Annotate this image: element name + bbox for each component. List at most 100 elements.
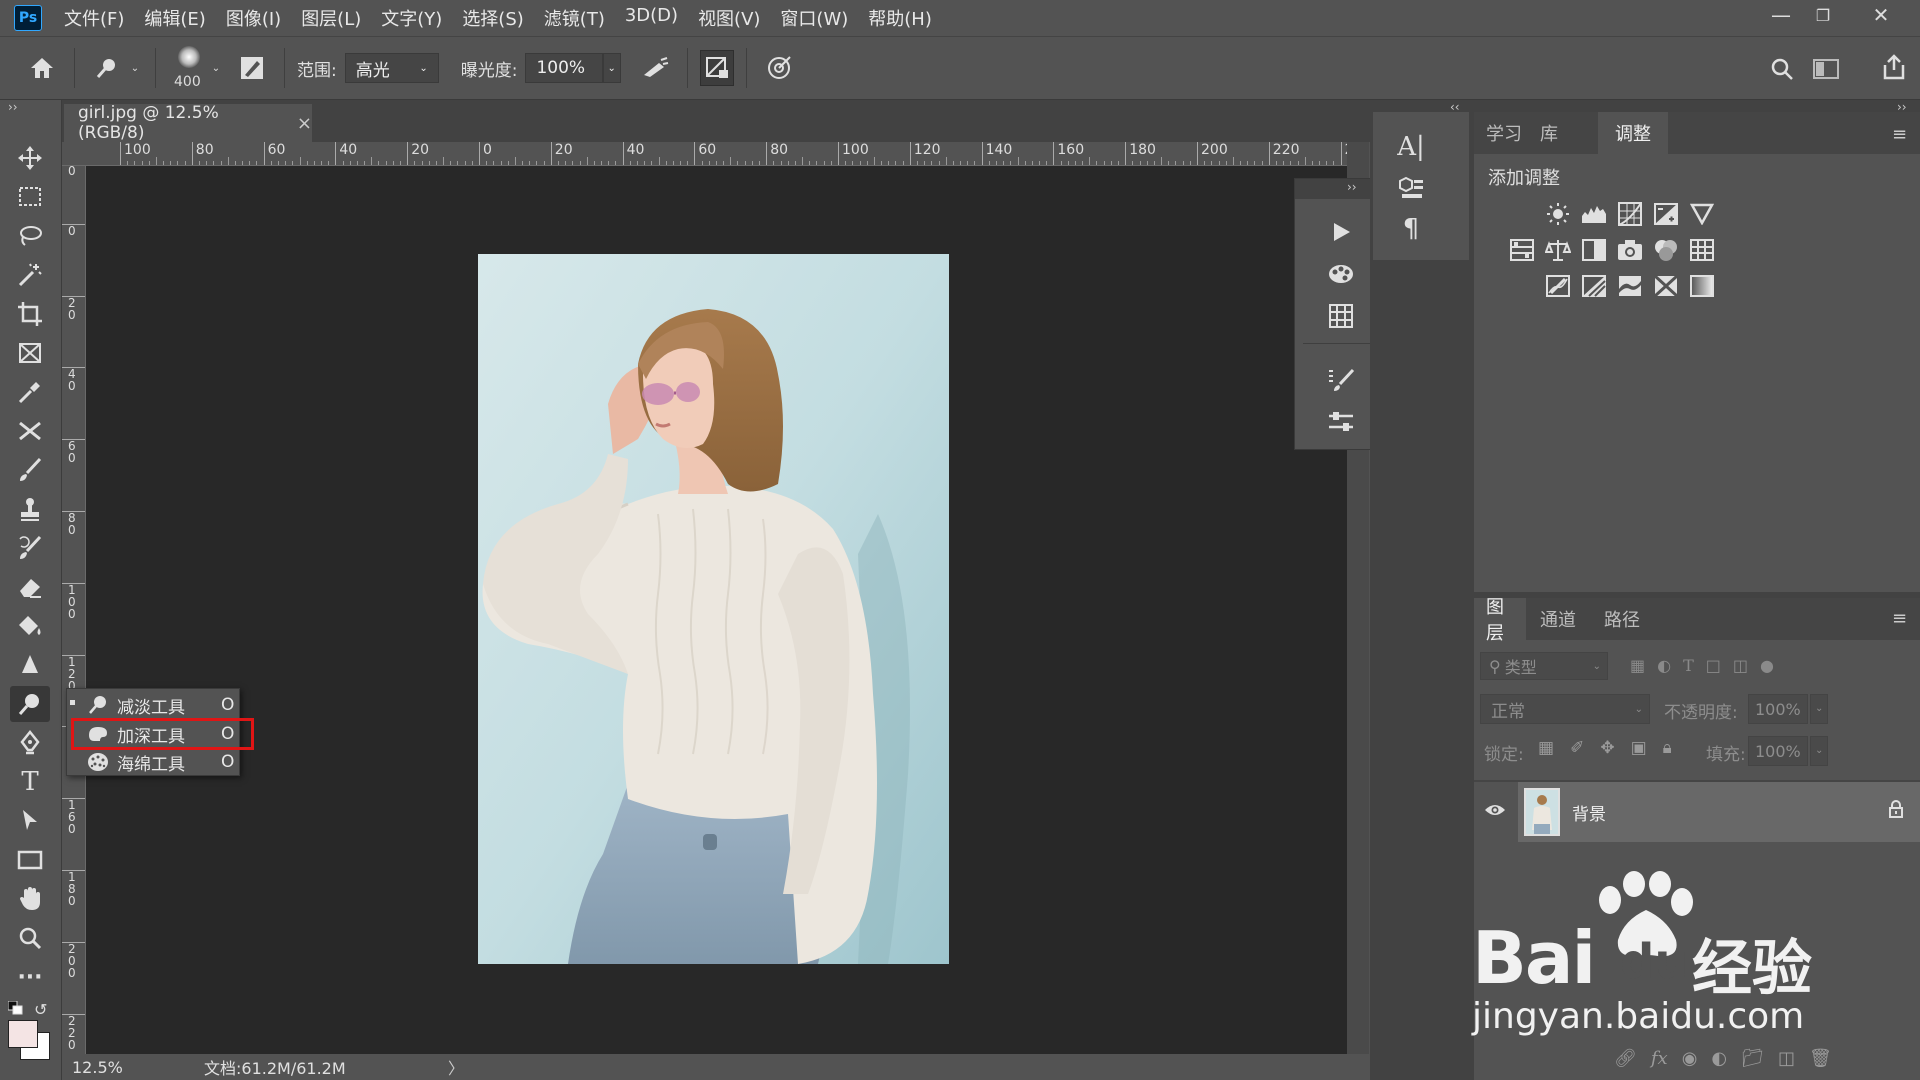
color-palette-icon[interactable] bbox=[1321, 257, 1361, 291]
delete-layer-icon[interactable]: 🗑︎ bbox=[1809, 1048, 1832, 1069]
lock-all-icon[interactable]: 🔒︎ bbox=[1663, 738, 1672, 758]
zoom-tool-icon[interactable] bbox=[10, 920, 50, 956]
eye-icon[interactable] bbox=[1484, 802, 1506, 822]
adjustment-filter-icon[interactable]: ◐ bbox=[1657, 656, 1671, 675]
chevron-down-icon[interactable]: ⌄ bbox=[127, 63, 143, 74]
expand-icon[interactable]: ›› bbox=[1347, 180, 1357, 194]
move-tool-icon[interactable] bbox=[10, 140, 50, 176]
flyout-item-sponge[interactable]: 海绵工具 O bbox=[67, 748, 239, 776]
tab-channels[interactable]: 通道 bbox=[1528, 598, 1588, 640]
menu-item[interactable]: 帮助(H) bbox=[868, 5, 932, 31]
search-icon[interactable] bbox=[1764, 51, 1800, 87]
tab-adjustments[interactable]: 调整 bbox=[1598, 112, 1668, 154]
marquee-tool-icon[interactable] bbox=[10, 179, 50, 215]
eyedropper-tool-icon[interactable] bbox=[10, 374, 50, 410]
brush-presets-icon[interactable] bbox=[1321, 363, 1361, 397]
path-selection-tool-icon[interactable] bbox=[10, 803, 50, 839]
lock-position-icon[interactable]: ✥ bbox=[1600, 738, 1614, 758]
link-layers-icon[interactable]: 🔗︎ bbox=[1614, 1048, 1637, 1069]
magic-wand-tool-icon[interactable] bbox=[10, 257, 50, 293]
paint-bucket-tool-icon[interactable] bbox=[10, 608, 50, 644]
chevron-down-icon[interactable]: ⌄ bbox=[208, 63, 224, 74]
pen-tool-icon[interactable] bbox=[10, 725, 50, 761]
layer-style-icon[interactable]: fx bbox=[1651, 1048, 1668, 1069]
tab-paths[interactable]: 路径 bbox=[1592, 598, 1652, 640]
add-mask-icon[interactable]: ◉ bbox=[1682, 1048, 1698, 1069]
tab-libraries[interactable]: 库 bbox=[1528, 112, 1570, 154]
posterize-icon[interactable] bbox=[1580, 272, 1608, 300]
blend-mode-select[interactable]: 正常 ⌄ bbox=[1480, 694, 1650, 724]
home-icon[interactable] bbox=[22, 48, 62, 88]
new-adjustment-layer-icon[interactable]: ◐ bbox=[1711, 1048, 1727, 1069]
new-group-icon[interactable]: 📁︎ bbox=[1741, 1048, 1764, 1069]
fill-dropdown[interactable]: ⌄ bbox=[1810, 736, 1828, 766]
brush-settings-icon[interactable] bbox=[232, 48, 272, 88]
share-icon[interactable] bbox=[1876, 49, 1912, 85]
layer-filter-kind[interactable]: ⚲ 类型 ⌄ bbox=[1480, 652, 1608, 680]
eraser-tool-icon[interactable] bbox=[10, 569, 50, 605]
close-tab-icon[interactable]: × bbox=[297, 113, 312, 134]
workspace-icon[interactable] bbox=[1808, 51, 1844, 87]
fill-input[interactable]: 100% bbox=[1748, 736, 1808, 766]
opacity-dropdown[interactable]: ⌄ bbox=[1810, 694, 1828, 724]
document-tab[interactable]: girl.jpg @ 12.5%(RGB/8) × bbox=[64, 104, 312, 142]
invert-icon[interactable] bbox=[1544, 272, 1572, 300]
menu-item[interactable]: 3D(D) bbox=[625, 5, 678, 31]
hue-saturation-icon[interactable] bbox=[1508, 236, 1536, 264]
minimize-icon[interactable]: — bbox=[1758, 0, 1804, 30]
vibrance-icon[interactable] bbox=[1688, 200, 1716, 228]
color-lookup-icon[interactable] bbox=[1688, 236, 1716, 264]
history-brush-tool-icon[interactable] bbox=[10, 530, 50, 566]
lock-pixels-icon[interactable]: ✐ bbox=[1570, 738, 1584, 758]
rectangle-tool-icon[interactable] bbox=[10, 842, 50, 878]
channel-mixer-icon[interactable] bbox=[1652, 236, 1680, 264]
blur-tool-icon[interactable] bbox=[10, 647, 50, 683]
exposure-dropdown[interactable]: ⌄ bbox=[603, 53, 621, 83]
color-balance-icon[interactable] bbox=[1544, 236, 1572, 264]
tool-preset-dodge-icon[interactable] bbox=[87, 48, 127, 88]
close-icon[interactable]: ✕ bbox=[1858, 0, 1904, 30]
healing-brush-tool-icon[interactable] bbox=[10, 413, 50, 449]
crop-tool-icon[interactable] bbox=[10, 296, 50, 332]
zoom-level[interactable]: 12.5% bbox=[72, 1058, 192, 1077]
brightness-contrast-icon[interactable] bbox=[1544, 200, 1572, 228]
brush-size-picker[interactable]: 400 bbox=[168, 40, 208, 96]
gradient-map-icon[interactable] bbox=[1688, 272, 1716, 300]
restore-icon[interactable]: ❐ bbox=[1800, 0, 1846, 30]
dodge-tool-icon[interactable] bbox=[10, 686, 50, 722]
hand-tool-icon[interactable] bbox=[10, 881, 50, 917]
selective-color-icon[interactable] bbox=[1652, 272, 1680, 300]
brush-settings-panel-icon[interactable] bbox=[1321, 405, 1361, 439]
photo-filter-icon[interactable] bbox=[1616, 236, 1644, 264]
panel-menu-icon[interactable]: ≡ bbox=[1892, 124, 1907, 145]
more-tools-icon[interactable]: ··· bbox=[10, 959, 50, 995]
flyout-item-dodge[interactable]: 减淡工具 O bbox=[67, 691, 239, 719]
layer-visibility-cell[interactable] bbox=[1474, 782, 1518, 842]
type-tool-icon[interactable]: T bbox=[10, 764, 50, 800]
foreground-color-swatch[interactable] bbox=[8, 1020, 38, 1048]
exposure-input[interactable]: 100% bbox=[525, 53, 603, 83]
panel-menu-icon[interactable]: ≡ bbox=[1892, 608, 1907, 629]
collapse-icon[interactable]: ›› bbox=[8, 100, 18, 114]
menu-item[interactable]: 图像(I) bbox=[226, 5, 281, 31]
threshold-icon[interactable] bbox=[1616, 272, 1644, 300]
tab-learn[interactable]: 学习 bbox=[1474, 112, 1534, 154]
pixel-filter-icon[interactable]: ▦ bbox=[1630, 656, 1645, 675]
menu-item[interactable]: 窗口(W) bbox=[780, 5, 848, 31]
range-select[interactable]: 高光⌄ bbox=[345, 53, 439, 83]
actions-play-icon[interactable] bbox=[1321, 215, 1361, 249]
levels-icon[interactable] bbox=[1580, 200, 1608, 228]
status-menu-arrow[interactable]: 〉 bbox=[448, 1055, 464, 1079]
paragraph-panel-icon[interactable]: ¶ bbox=[1391, 212, 1431, 246]
character-panel-icon[interactable]: A| bbox=[1391, 130, 1431, 164]
filter-toggle-icon[interactable]: ● bbox=[1760, 656, 1774, 675]
brush-tool-icon[interactable] bbox=[10, 452, 50, 488]
lock-artboard-icon[interactable]: ▣ bbox=[1631, 738, 1647, 758]
menu-item[interactable]: 视图(V) bbox=[698, 5, 760, 31]
exposure-adjust-icon[interactable] bbox=[1652, 200, 1680, 228]
clone-stamp-tool-icon[interactable] bbox=[10, 491, 50, 527]
smart-object-filter-icon[interactable]: ◫ bbox=[1733, 656, 1748, 675]
menu-item[interactable]: 选择(S) bbox=[462, 5, 523, 31]
3d-panel-icon[interactable] bbox=[1391, 174, 1431, 202]
type-filter-icon[interactable]: T bbox=[1683, 656, 1694, 675]
